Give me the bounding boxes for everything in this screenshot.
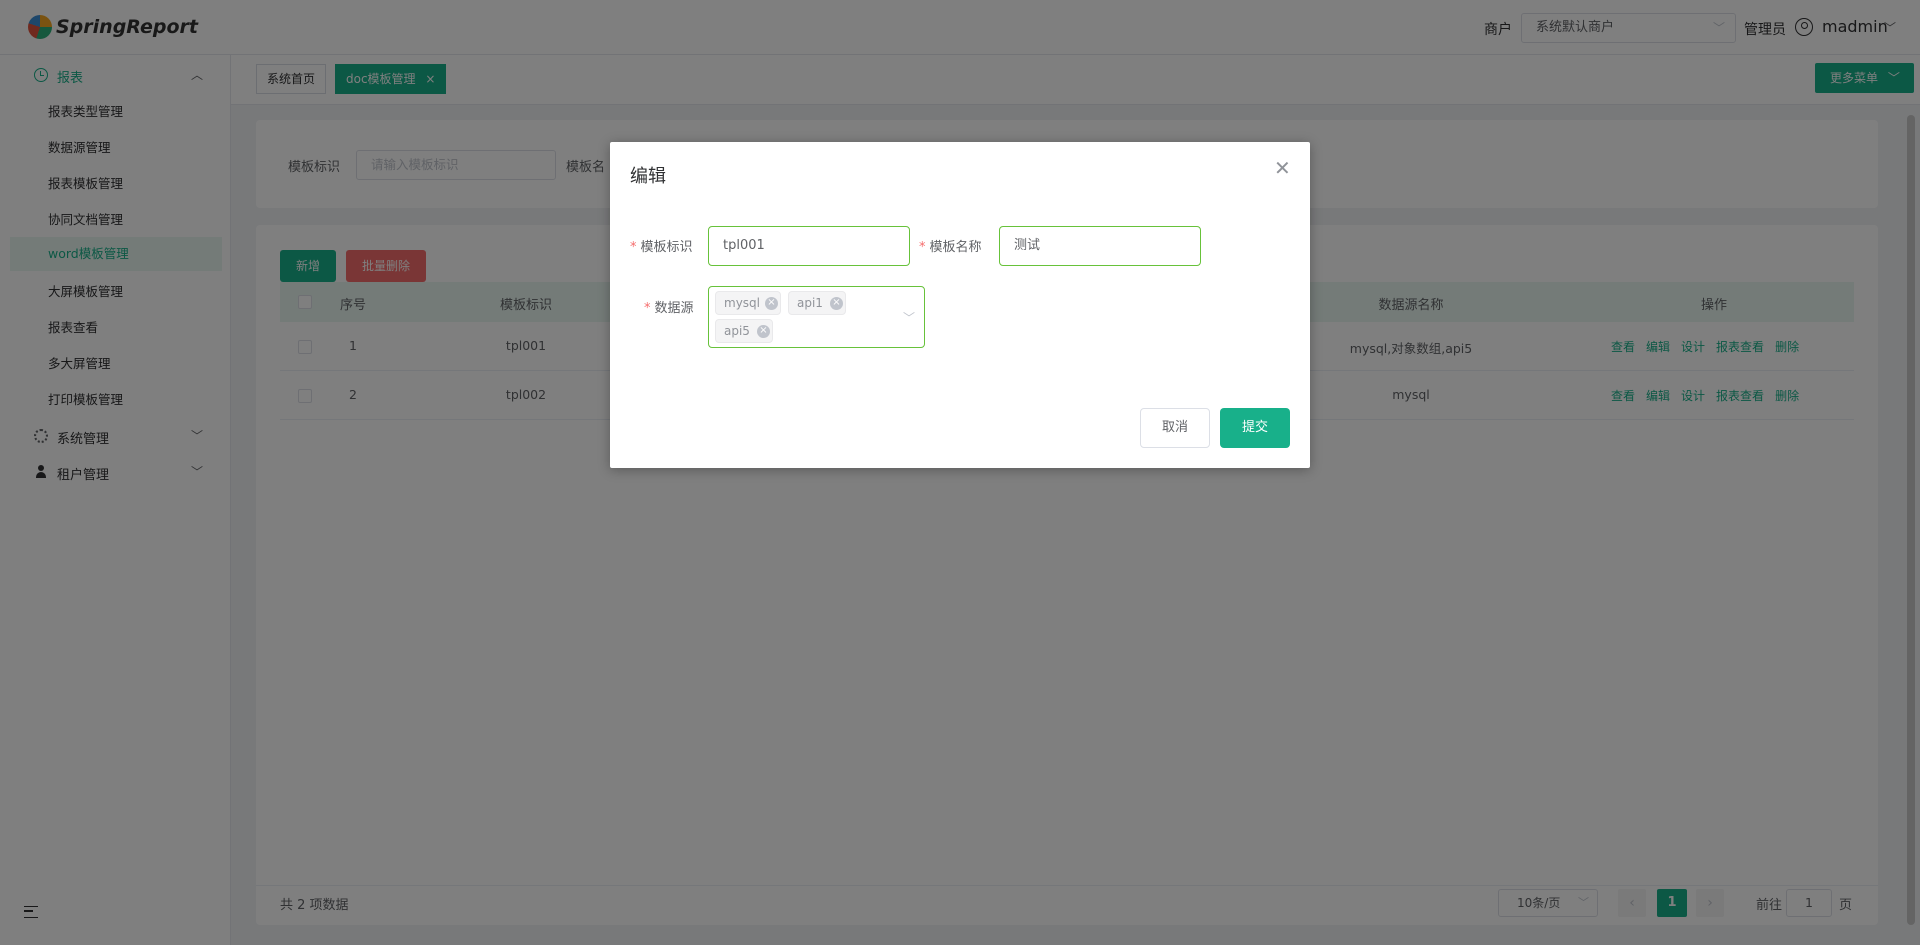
field-label-text: 模板名称 [929, 240, 982, 255]
required-mark: * [644, 301, 651, 316]
field-label-text: 模板标识 [640, 240, 693, 255]
submit-button[interactable]: 提交 [1220, 408, 1290, 448]
cancel-button[interactable]: 取消 [1140, 408, 1210, 448]
dialog-title: 编辑 [630, 166, 666, 187]
datasource-tag: mysql × [715, 291, 781, 315]
required-mark: * [919, 240, 926, 255]
template-name-input[interactable]: 测试 [999, 226, 1201, 266]
tag-label: api1 [797, 296, 823, 310]
chevron-down-icon[interactable]: ﹀ [903, 309, 915, 326]
field-label-code: * 模板标识 [630, 236, 693, 255]
field-label-datasource: * 数据源 [644, 297, 694, 316]
template-code-input[interactable]: tpl001 [708, 226, 910, 266]
required-mark: * [630, 240, 637, 255]
datasource-tag: api5 × [715, 319, 773, 343]
close-icon[interactable]: × [830, 297, 843, 310]
edit-dialog: 编辑 ✕ * 模板标识 tpl001 * 模板名称 测试 * 数据源 mysql × … [610, 142, 1310, 468]
close-icon[interactable]: ✕ [1274, 156, 1291, 180]
datasource-tag: api1 × [788, 291, 846, 315]
close-icon[interactable]: × [757, 325, 770, 338]
tag-label: api5 [724, 324, 750, 338]
datasource-multiselect[interactable]: mysql × api1 × api5 × ﹀ [708, 286, 925, 348]
field-label-text: 数据源 [654, 301, 694, 316]
field-label-name: * 模板名称 [919, 236, 982, 255]
close-icon[interactable]: × [765, 297, 778, 310]
tag-label: mysql [724, 296, 760, 310]
